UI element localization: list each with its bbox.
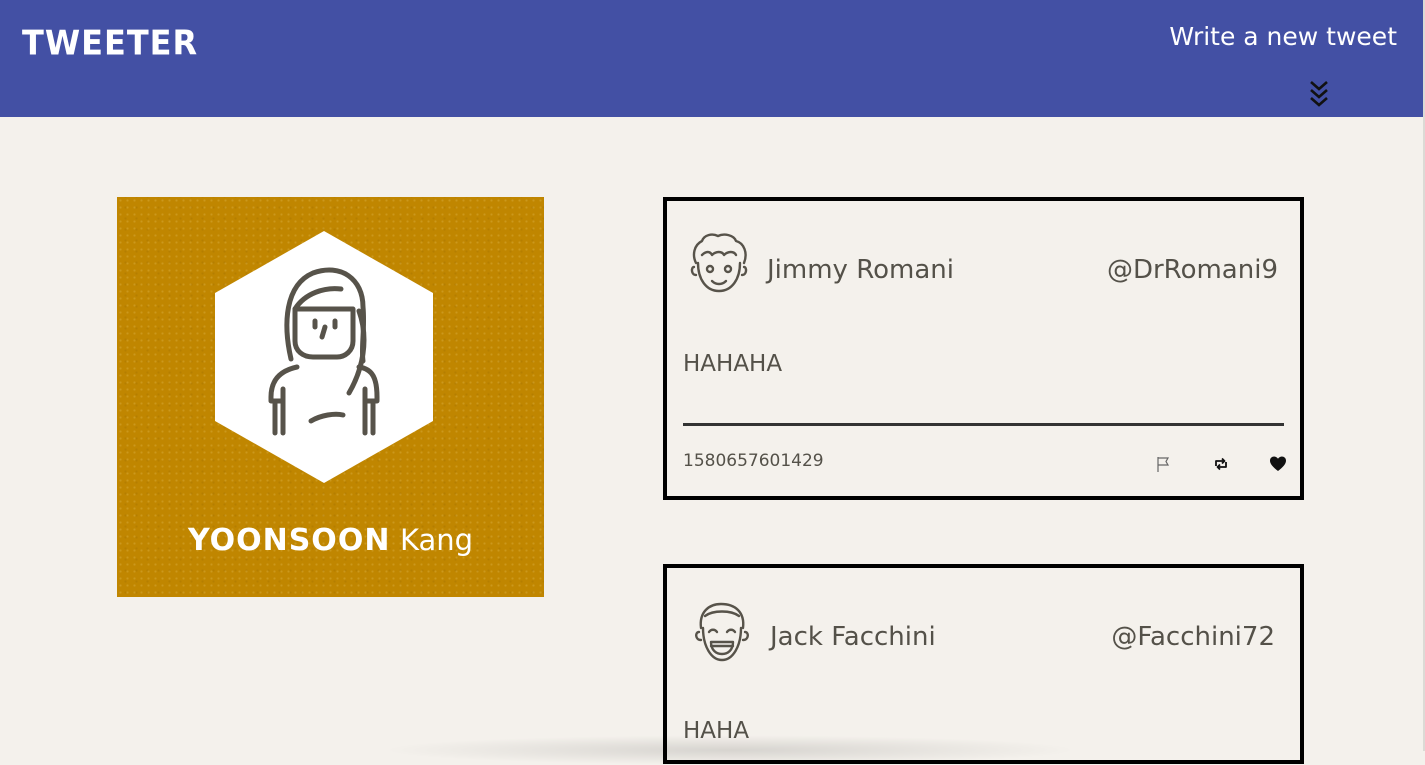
compose-panel-shadow <box>380 735 1080 765</box>
retweet-icon[interactable] <box>1212 455 1230 473</box>
tweet-author-handle[interactable]: @Facchini72 <box>1111 622 1275 652</box>
profile-card: YOONSOON Kang <box>117 197 544 597</box>
flag-icon[interactable] <box>1154 455 1172 473</box>
tweet-body: HAHAHA <box>683 351 783 377</box>
tweet-author-name[interactable]: Jack Facchini <box>770 622 936 652</box>
profile-first-name: YOONSOON <box>187 523 391 558</box>
tweet-timestamp: 1580657601429 <box>683 451 824 471</box>
double-chevron-down-icon[interactable] <box>1308 78 1330 112</box>
top-nav: TWEETER Write a new tweet <box>0 0 1423 117</box>
brand-logo[interactable]: TWEETER <box>22 23 198 63</box>
profile-name: YOONSOON Kang <box>117 523 544 558</box>
laughing-man-avatar-icon <box>695 602 749 662</box>
tweet-card: Jack Facchini @Facchini72 HAHA <box>663 564 1304 764</box>
heart-icon[interactable] <box>1269 455 1287 473</box>
profile-last-name: Kang <box>399 523 474 557</box>
woman-avatar-icon <box>215 231 433 483</box>
curly-hair-man-avatar-icon <box>690 233 748 293</box>
tweet-author-handle[interactable]: @DrRomani9 <box>1107 255 1278 285</box>
tweet-divider <box>683 423 1284 426</box>
tweet-card: Jimmy Romani @DrRomani9 HAHAHA 158065760… <box>663 197 1304 500</box>
write-new-tweet-link[interactable]: Write a new tweet <box>1169 22 1397 51</box>
tweet-author-name[interactable]: Jimmy Romani <box>767 255 954 285</box>
